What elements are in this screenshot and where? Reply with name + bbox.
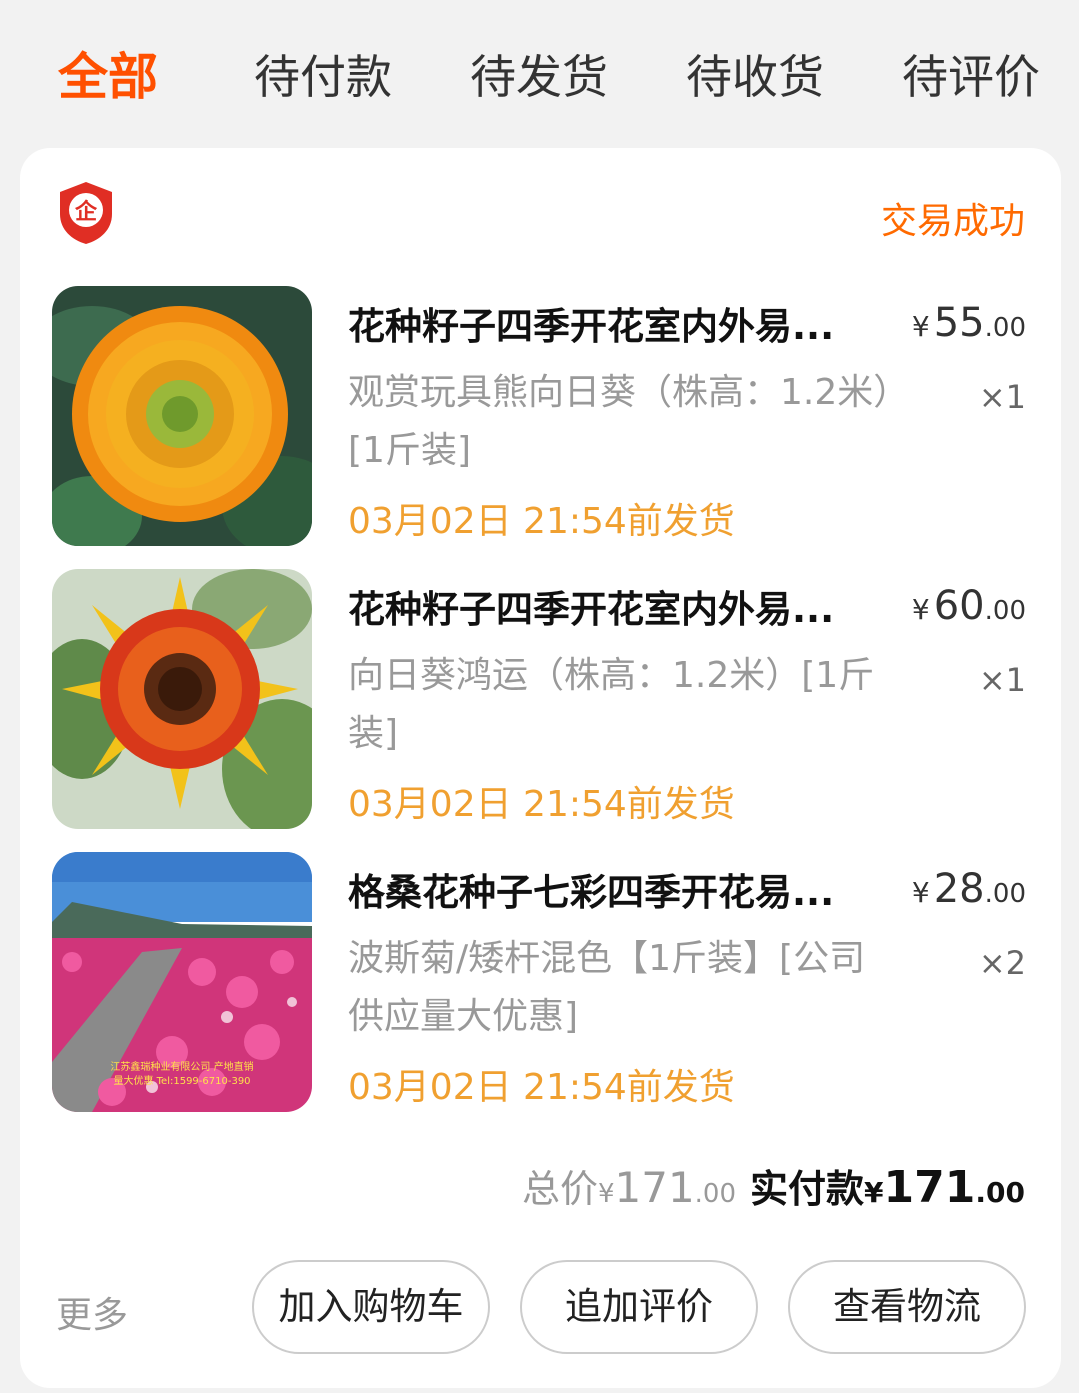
order-item[interactable]: 江苏鑫瑞种业有限公司 产地直销 量大优惠 Tel:1599-6710-390 格… xyxy=(52,852,1032,1114)
product-price: ¥60.00 xyxy=(911,583,1026,629)
product-spec: 波斯菊/矮杆混色【1斤装】[公司供应量大优惠] xyxy=(348,938,866,1037)
add-review-button[interactable]: 追加评价 xyxy=(520,1260,758,1354)
tab-pending-payment[interactable]: 待付款 xyxy=(254,42,392,112)
shield-badge-text: 企 xyxy=(74,199,98,225)
tab-pending-receipt[interactable]: 待收货 xyxy=(686,42,824,112)
add-to-cart-button[interactable]: 加入购物车 xyxy=(252,1260,490,1354)
product-quantity: ×2 xyxy=(978,944,1026,982)
tab-all[interactable]: 全部 xyxy=(58,42,158,112)
order-card[interactable]: 企 交易成功 花种籽子四季开花室内外易... ¥55.00 观赏玩具熊向日葵（株… xyxy=(20,148,1061,1388)
tab-pending-shipment[interactable]: 待发货 xyxy=(470,42,608,112)
product-price: ¥28.00 xyxy=(911,866,1026,912)
order-totals: 总价¥171.00 实付款¥171.00 xyxy=(522,1158,1025,1213)
product-quantity: ×1 xyxy=(978,378,1026,416)
product-image-red-sunflower[interactable] xyxy=(52,569,312,829)
total-decimal: .00 xyxy=(694,1179,737,1209)
more-link[interactable]: 更多 xyxy=(56,1286,128,1338)
product-image-cosmos-field[interactable]: 江苏鑫瑞种业有限公司 产地直销 量大优惠 Tel:1599-6710-390 xyxy=(52,852,312,1112)
shipping-deadline: 03月02日 21:54前发货 xyxy=(348,784,735,825)
product-title[interactable]: 花种籽子四季开花室内外易... xyxy=(348,579,888,633)
total-amount: 171 xyxy=(614,1163,695,1212)
shipping-deadline: 03月02日 21:54前发货 xyxy=(348,1067,735,1108)
image-caption-line-2: 量大优惠 Tel:1599-6710-390 xyxy=(113,1074,250,1087)
paid-label: 实付款 xyxy=(750,1167,865,1211)
enterprise-shield-icon[interactable]: 企 xyxy=(56,180,116,246)
view-logistics-button[interactable]: 查看物流 xyxy=(788,1260,1026,1354)
order-item[interactable]: 花种籽子四季开花室内外易... ¥55.00 观赏玩具熊向日葵（株高：1.2米）… xyxy=(52,286,1032,548)
tab-pending-review[interactable]: 待评价 xyxy=(902,42,1040,112)
product-quantity: ×1 xyxy=(978,661,1026,699)
order-status: 交易成功 xyxy=(880,201,1025,242)
paid-amount: 171 xyxy=(883,1162,976,1213)
product-title[interactable]: 花种籽子四季开花室内外易... xyxy=(348,296,888,350)
paid-decimal: .00 xyxy=(975,1176,1025,1209)
shipping-deadline: 03月02日 21:54前发货 xyxy=(348,501,735,542)
product-title[interactable]: 格桑花种子七彩四季开花易... xyxy=(348,862,888,916)
total-currency: ¥ xyxy=(597,1179,615,1209)
order-item[interactable]: 花种籽子四季开花室内外易... ¥60.00 向日葵鸿运（株高：1.2米）[1斤… xyxy=(52,569,1032,831)
total-label: 总价 xyxy=(521,1167,598,1211)
product-spec: 观赏玩具熊向日葵（株高：1.2米）[1斤装] xyxy=(348,372,892,471)
product-price: ¥55.00 xyxy=(911,300,1026,346)
product-spec: 向日葵鸿运（株高：1.2米）[1斤装] xyxy=(348,655,875,754)
image-caption-line-1: 江苏鑫瑞种业有限公司 产地直销 xyxy=(110,1060,253,1073)
order-filter-tabs: 全部 待付款 待发货 待收货 待评价 xyxy=(0,0,1079,150)
paid-currency: ¥ xyxy=(864,1176,884,1209)
product-image-teddy-sunflower[interactable] xyxy=(52,286,312,546)
